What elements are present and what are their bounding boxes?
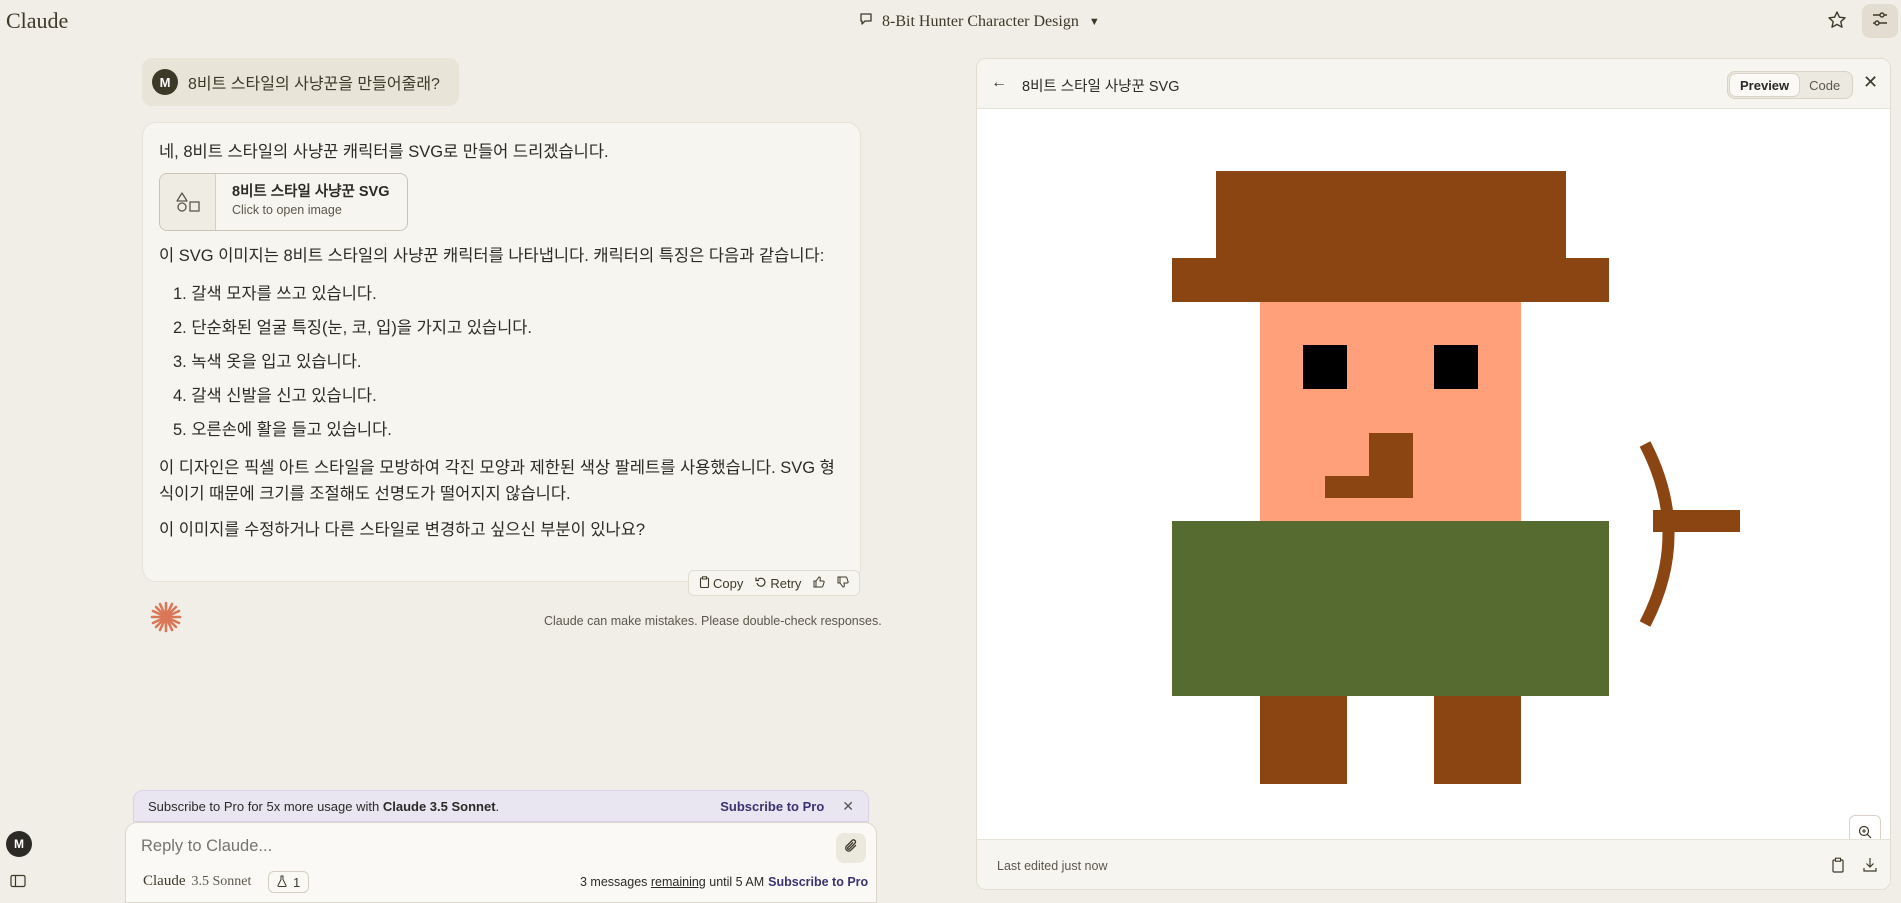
assistant-message: 네, 8비트 스타일의 사냥꾼 캐릭터를 SVG로 만들어 드리겠습니다. 8비… [142, 122, 861, 582]
model-selector[interactable]: Claude 3.5 Sonnet [143, 873, 251, 890]
retry-label: Retry [770, 575, 802, 591]
user-avatar: M [152, 69, 178, 95]
artifact-panel-footer: Last edited just now [977, 839, 1890, 889]
flask-icon [277, 875, 287, 890]
feature-list: 1. 갈색 모자를 쓰고 있습니다. 2. 단순화된 얼굴 특징(눈, 코, 입… [159, 277, 844, 447]
right-eye [1434, 345, 1478, 389]
hat-crown [1216, 171, 1566, 259]
user-message: M 8비트 스타일의 사냥꾼을 만들어줄래? [142, 58, 459, 106]
top-bar: Claude 8-Bit Hunter Character Design ▼ [0, 0, 1901, 44]
message-actions: Copy Retry [688, 570, 861, 596]
retry-button[interactable]: Retry [751, 576, 805, 591]
star-icon [1827, 10, 1847, 35]
attach-button[interactable] [836, 833, 866, 863]
disclaimer: Claude can make mistakes. Please double-… [544, 614, 882, 628]
list-item: 2. 단순화된 얼굴 특징(눈, 코, 입)을 가지고 있습니다. [173, 319, 533, 337]
claude-spark-icon [149, 600, 183, 634]
project-count: 1 [293, 874, 301, 890]
copy-label: Copy [713, 575, 744, 591]
artifact-card[interactable]: 8비트 스타일 사냥꾼 SVG Click to open image [159, 173, 408, 231]
thumbs-up-icon [813, 575, 826, 591]
artifact-panel-header: ← 8비트 스타일 사냥꾼 SVG Preview Code ✕ [977, 59, 1890, 109]
conversation-title-dropdown[interactable]: 8-Bit Hunter Character Design ▼ [858, 11, 1100, 32]
tab-preview[interactable]: Preview [1730, 74, 1800, 96]
artifact-title: 8비트 스타일 사냥꾼 SVG [1022, 79, 1180, 95]
close-icon[interactable]: ✕ [842, 798, 854, 815]
artifact-card-title: 8비트 스타일 사냥꾼 SVG [232, 184, 390, 200]
reply-input[interactable] [141, 837, 821, 856]
hunter-svg [1172, 171, 1740, 784]
nose [1369, 433, 1413, 477]
chat-bubble-icon [858, 11, 874, 32]
assistant-paragraph-1: 이 SVG 이미지는 8비트 스타일의 사냥꾼 캐릭터를 나타냅니다. 캐릭터의… [159, 247, 825, 265]
chat-settings-button[interactable] [1862, 4, 1898, 38]
retry-icon [755, 576, 767, 591]
artifact-preview-canvas [977, 109, 1890, 879]
user-message-text: 8비트 스타일의 사냥꾼을 만들어줄래? [188, 76, 440, 93]
last-edited-text: Last edited just now [997, 859, 1108, 873]
download-icon[interactable] [1863, 857, 1877, 878]
assistant-paragraph-2: 이 디자인은 픽셀 아트 스타일을 모방하여 각진 모양과 제한된 색상 팔레트… [159, 459, 835, 503]
assistant-intro: 네, 8비트 스타일의 사냥꾼 캐릭터를 SVG로 만들어 드리겠습니다. [159, 143, 609, 161]
bow [1639, 441, 1675, 627]
shirt [1172, 521, 1609, 696]
project-knowledge-pill[interactable]: 1 [268, 871, 310, 893]
back-arrow-icon[interactable]: ← [991, 74, 1007, 92]
list-item: 1. 갈색 모자를 쓰고 있습니다. [173, 285, 377, 303]
mouth [1325, 476, 1413, 498]
view-toggle: Preview Code [1727, 71, 1854, 99]
usage-remaining: 3 messages remaining until 5 AM Subscribe… [580, 875, 869, 889]
close-icon[interactable]: ✕ [1863, 72, 1878, 93]
subscribe-banner: Subscribe to Pro for 5x more usage with … [133, 790, 869, 822]
composer: Claude 3.5 Sonnet 1 3 messages remaining… [125, 822, 877, 903]
sidebar-toggle-icon[interactable] [10, 874, 26, 888]
clipboard-icon [699, 575, 710, 591]
copy-button[interactable]: Copy [695, 576, 747, 591]
subscribe-link[interactable]: Subscribe to Pro [768, 875, 868, 889]
conversation-title: 8-Bit Hunter Character Design [882, 12, 1079, 30]
claude-logo[interactable]: Claude [6, 8, 68, 34]
hat-brim [1172, 258, 1609, 302]
right-leg [1434, 696, 1521, 784]
assistant-paragraph-3: 이 이미지를 수정하거나 다른 스타일로 변경하고 싶으신 부분이 있나요? [159, 521, 646, 539]
list-item: 3. 녹색 옷을 입고 있습니다. [173, 353, 362, 371]
banner-text: Subscribe to Pro for 5x more usage with … [148, 798, 500, 814]
thumbs-down-icon [837, 576, 850, 591]
thumbs-up-button[interactable] [809, 575, 829, 591]
left-eye [1303, 345, 1347, 389]
left-leg [1260, 696, 1347, 784]
thumbs-down-button[interactable] [833, 576, 853, 591]
copy-icon[interactable] [1831, 857, 1845, 878]
arrow [1653, 510, 1740, 532]
shapes-icon [160, 174, 216, 230]
user-avatar-menu[interactable]: M [6, 831, 32, 857]
subscribe-to-pro-link[interactable]: Subscribe to Pro [720, 799, 824, 814]
tab-code[interactable]: Code [1799, 74, 1850, 96]
model-version: 3.5 Sonnet [191, 874, 252, 889]
list-item: 5. 오른손에 활을 들고 있습니다. [173, 421, 392, 439]
model-name: Claude [143, 873, 186, 889]
paperclip-icon [843, 838, 859, 859]
list-item: 4. 갈색 신발을 신고 있습니다. [173, 387, 377, 405]
star-button[interactable] [1823, 9, 1851, 35]
sliders-icon [1871, 10, 1889, 33]
artifact-card-subtitle: Click to open image [232, 203, 342, 217]
artifact-panel: ← 8비트 스타일 사냥꾼 SVG Preview Code ✕ Last ed… [976, 58, 1891, 890]
chevron-down-icon: ▼ [1088, 15, 1100, 28]
